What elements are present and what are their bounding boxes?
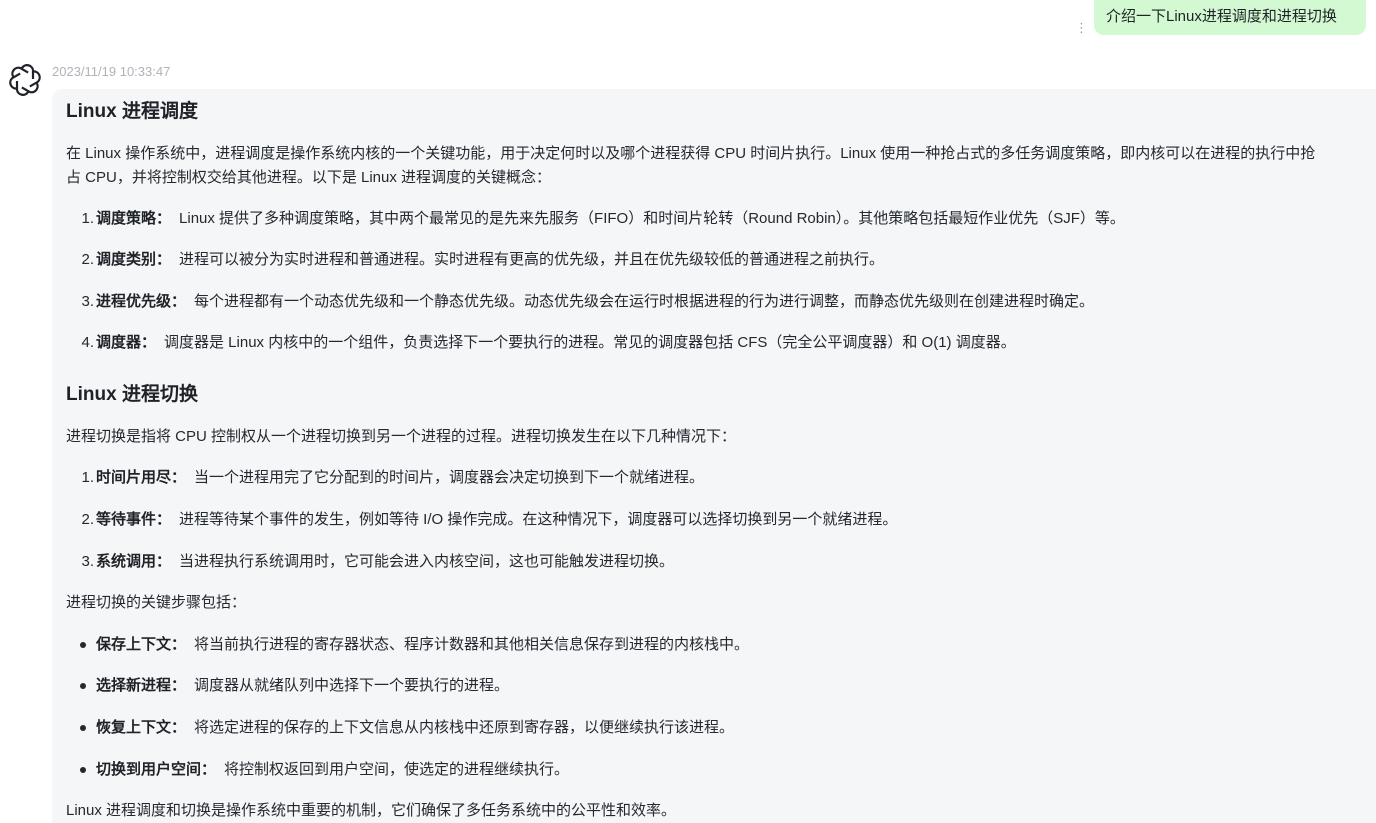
paragraph-scheduling-intro: 在 Linux 操作系统中，进程调度是操作系统内核的一个关键功能，用于决定何时以…: [66, 142, 1374, 190]
paragraph-conclusion: Linux 进程调度和切换是操作系统中重要的机制，它们确保了多任务系统中的公平性…: [66, 802, 677, 819]
list-item: 恢复上下文： 将选定进程的保存的上下文信息从内核栈中还原到寄存器，以便继续执行该进…: [80, 716, 1374, 740]
list-item: 4. 调度器： 调度器是 Linux 内核中的一个组件，负责选择下一个要执行的进程…: [81, 331, 1374, 355]
list-item: 3. 系统调用： 当进程执行系统调用时，它可能会进入内核空间，这也可能触发进程切换…: [81, 550, 1374, 574]
chat-page: ⋮ 介绍一下Linux进程调度和进程切换 2023/11/19 10:33:47…: [0, 0, 1376, 823]
more-options-icon[interactable]: ⋮: [1075, 19, 1088, 37]
list-term: 恢复上下文：: [96, 719, 187, 736]
bullet-icon: [80, 642, 86, 648]
message-timestamp: 2023/11/19 10:33:47: [52, 64, 171, 79]
list-item: 3. 进程优先级： 每个进程都有一个动态优先级和一个静态优先级。动态优先级会在运行…: [81, 290, 1374, 314]
list-desc: 当进程执行系统调用时，它可能会进入内核空间，这也可能触发进程切换。: [179, 553, 675, 570]
list-item: 2. 等待事件： 进程等待某个事件的发生，例如等待 I/O 操作完成。在这种情况下…: [81, 508, 1374, 532]
list-term: 保存上下文：: [96, 636, 187, 653]
assistant-message-bubble: Linux 进程调度 在 Linux 操作系统中，进程调度是操作系统内核的一个关…: [52, 89, 1376, 823]
bullet-icon: [80, 725, 86, 731]
list-term: 选择新进程：: [96, 677, 187, 694]
list-item: 切换到用户空间： 将控制权返回到用户空间，使选定的进程继续执行。: [80, 758, 1374, 782]
paragraph-switching-intro: 进程切换是指将 CPU 控制权从一个进程切换到另一个进程的过程。进程切换发生在以…: [66, 428, 737, 445]
list-number: 4.: [81, 334, 94, 351]
list-item: 1. 调度策略： Linux 提供了多种调度策略，其中两个最常见的是先来先服务（F…: [81, 207, 1374, 231]
list-number: 2.: [81, 251, 94, 268]
list-item: 选择新进程： 调度器从就绪队列中选择下一个要执行的进程。: [80, 674, 1374, 698]
paragraph-key-steps: 进程切换的关键步骤包括：: [66, 594, 247, 611]
heading-process-scheduling: Linux 进程调度: [66, 101, 198, 122]
list-desc: 每个进程都有一个动态优先级和一个静态优先级。动态优先级会在运行时根据进程的行为进…: [194, 293, 1095, 310]
list-desc: Linux 提供了多种调度策略，其中两个最常见的是先来先服务（FIFO）和时间片…: [179, 210, 1125, 227]
list-number: 1.: [81, 210, 94, 227]
list-desc: 进程等待某个事件的发生，例如等待 I/O 操作完成。在这种情况下，调度器可以选择…: [179, 511, 898, 528]
list-number: 1.: [81, 469, 94, 486]
heading-process-switching: Linux 进程切换: [66, 384, 198, 405]
list-item: 2. 调度类别： 进程可以被分为实时进程和普通进程。实时进程有更高的优先级，并且在…: [81, 248, 1374, 272]
user-message-bubble: 介绍一下Linux进程调度和进程切换: [1094, 0, 1366, 35]
list-term: 调度类别：: [96, 251, 172, 268]
list-desc: 进程可以被分为实时进程和普通进程。实时进程有更高的优先级，并且在优先级较低的普通…: [179, 251, 885, 268]
list-desc: 将选定进程的保存的上下文信息从内核栈中还原到寄存器，以便继续执行该进程。: [194, 719, 735, 736]
list-desc: 将当前执行进程的寄存器状态、程序计数器和其他相关信息保存到进程的内核栈中。: [194, 636, 750, 653]
list-desc: 当一个进程用完了它分配到的时间片，调度器会决定切换到下一个就绪进程。: [194, 469, 705, 486]
list-term: 进程优先级：: [96, 293, 187, 310]
list-term: 系统调用：: [96, 553, 172, 570]
bullet-icon: [80, 767, 86, 773]
list-number: 3.: [81, 553, 94, 570]
list-term: 调度器：: [96, 334, 157, 351]
openai-logo-icon: [9, 64, 41, 96]
list-desc: 调度器是 Linux 内核中的一个组件，负责选择下一个要执行的进程。常见的调度器…: [164, 334, 1016, 351]
list-desc: 调度器从就绪队列中选择下一个要执行的进程。: [194, 677, 510, 694]
paragraph-line: 占 CPU，并将控制权交给其他进程。以下是 Linux 进程调度的关键概念：: [66, 169, 552, 186]
list-term: 时间片用尽：: [96, 469, 187, 486]
list-item: 保存上下文： 将当前执行进程的寄存器状态、程序计数器和其他相关信息保存到进程的内核…: [80, 633, 1374, 657]
list-desc: 将控制权返回到用户空间，使选定的进程继续执行。: [224, 761, 570, 778]
list-term: 等待事件：: [96, 511, 172, 528]
bullet-icon: [80, 683, 86, 689]
list-number: 2.: [81, 511, 94, 528]
list-number: 3.: [81, 293, 94, 310]
list-term: 调度策略：: [96, 210, 172, 227]
user-message-text: 介绍一下Linux进程调度和进程切换: [1106, 8, 1337, 25]
list-term: 切换到用户空间：: [96, 761, 217, 778]
list-item: 1. 时间片用尽： 当一个进程用完了它分配到的时间片，调度器会决定切换到下一个就绪…: [81, 466, 1374, 490]
paragraph-line: 在 Linux 操作系统中，进程调度是操作系统内核的一个关键功能，用于决定何时以…: [66, 145, 1316, 162]
